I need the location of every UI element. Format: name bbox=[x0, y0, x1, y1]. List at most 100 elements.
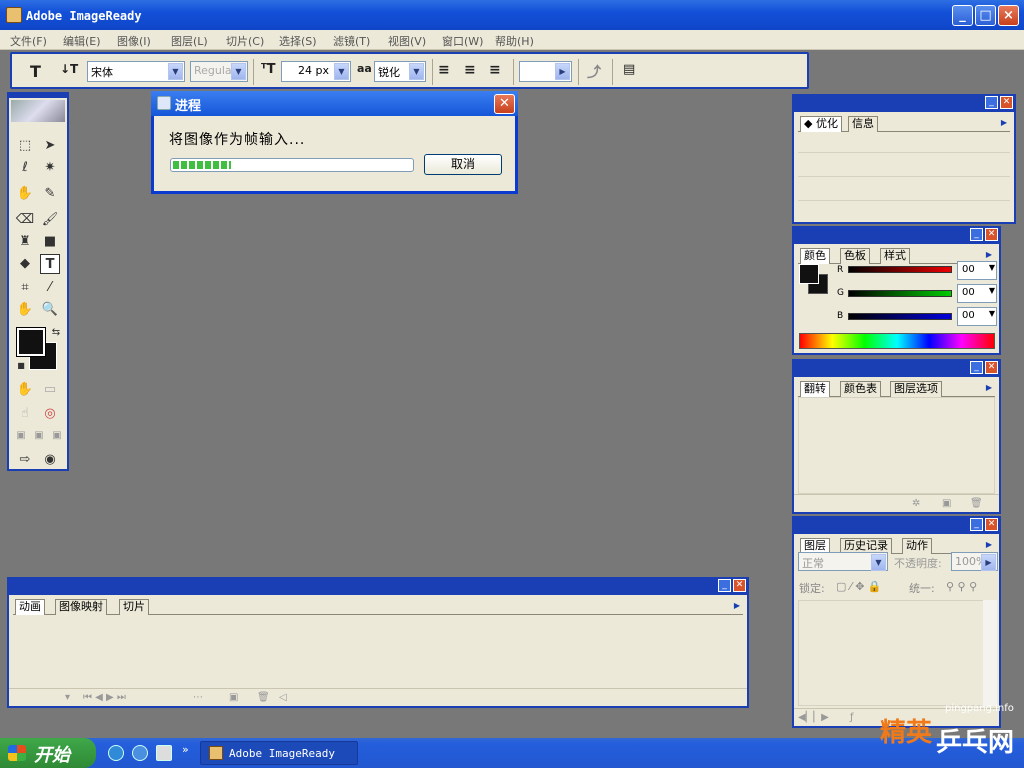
new-rollover-icon[interactable]: ✲ bbox=[912, 498, 920, 509]
lasso-tool-icon[interactable]: ℓ bbox=[15, 158, 35, 178]
lock-icons[interactable]: ▢ ⁄ ✥ 🔒 bbox=[836, 580, 882, 593]
taskbar-app-button[interactable]: Adobe ImageReady bbox=[200, 741, 358, 765]
type-tool-button[interactable]: T bbox=[40, 254, 60, 274]
eraser-tool-icon[interactable]: ⌫ bbox=[15, 210, 35, 230]
layer-style-icon[interactable]: ƒ bbox=[850, 712, 854, 723]
panel-minimize-button[interactable]: _ bbox=[970, 361, 983, 374]
align-right-icon[interactable]: ≡ bbox=[489, 62, 501, 78]
tab-rollover[interactable]: 翻转 bbox=[800, 381, 830, 397]
color-spectrum-bar[interactable] bbox=[799, 333, 995, 349]
opacity-field[interactable]: 100% ▶ bbox=[951, 552, 998, 571]
layers-scrollbar[interactable] bbox=[983, 600, 997, 706]
paint-bucket-icon[interactable]: ◆ bbox=[15, 254, 35, 274]
g-value[interactable]: 00 ▼ bbox=[957, 284, 997, 303]
menu-window[interactable]: 窗口(W) bbox=[442, 33, 483, 49]
menu-filter[interactable]: 滤镜(T) bbox=[333, 33, 370, 49]
eyedropper-icon[interactable]: ⁄ bbox=[40, 278, 60, 298]
blend-mode-select[interactable]: 正常 ▼ bbox=[798, 552, 888, 571]
panel-minimize-button[interactable]: _ bbox=[970, 228, 983, 241]
panel-close-button[interactable]: ✕ bbox=[733, 579, 746, 592]
close-button[interactable]: × bbox=[998, 5, 1019, 26]
delete-frame-icon[interactable]: 🗑 bbox=[257, 692, 270, 703]
jump-to-photoshop-icon[interactable]: ⇨ bbox=[15, 450, 35, 470]
tab-animation[interactable]: 动画 bbox=[15, 599, 45, 615]
move-tool-icon[interactable]: ➤ bbox=[40, 136, 60, 156]
panel-close-button[interactable]: ✕ bbox=[1000, 96, 1013, 109]
b-slider[interactable] bbox=[848, 313, 952, 320]
tab-optimize[interactable]: ◆ 优化 bbox=[800, 116, 842, 132]
ie-icon[interactable] bbox=[108, 745, 124, 761]
brush-tool-icon[interactable]: 🖌 bbox=[40, 210, 60, 230]
stamp-tool-icon[interactable]: ♜ bbox=[15, 232, 35, 252]
font-family-select[interactable]: 宋体 ▼ bbox=[87, 61, 185, 82]
marquee-tool-icon[interactable]: ⬚ bbox=[15, 136, 35, 156]
duplicate-frame-icon[interactable]: ▣ bbox=[229, 692, 238, 703]
rollover-preview-icon[interactable]: ☝ bbox=[15, 404, 35, 424]
layer-nav-icons[interactable]: ◀▏▏▶ bbox=[798, 712, 829, 723]
minimize-button[interactable]: _ bbox=[952, 5, 973, 26]
panel-menu-icon[interactable]: ▶ bbox=[734, 601, 740, 610]
panel-menu-icon[interactable]: ▶ bbox=[986, 250, 992, 259]
menu-layer[interactable]: 图层(L) bbox=[171, 33, 208, 49]
r-slider[interactable] bbox=[848, 266, 952, 273]
preview-browser-icon[interactable]: ◎ bbox=[40, 404, 60, 424]
tween-icon[interactable]: ⋯ bbox=[193, 692, 203, 703]
font-size-select[interactable]: 24 px ▼ bbox=[281, 61, 351, 82]
scroll-left-icon[interactable]: ◁ bbox=[279, 692, 287, 703]
crop-tool-icon[interactable]: ⌗ bbox=[15, 278, 35, 298]
font-style-select[interactable]: Regular ▼ bbox=[190, 61, 248, 82]
menu-image[interactable]: 图像(I) bbox=[117, 33, 151, 49]
palettes-icon[interactable]: ▤ bbox=[623, 62, 635, 77]
text-orientation-icon[interactable]: ↓T bbox=[60, 62, 78, 76]
tab-swatches[interactable]: 色板 bbox=[840, 248, 870, 264]
screen-mode-full-menu-icon[interactable]: ▣ bbox=[29, 426, 49, 446]
panel-close-button[interactable]: ✕ bbox=[985, 228, 998, 241]
menu-slice[interactable]: 切片(C) bbox=[226, 33, 264, 49]
screen-mode-full-icon[interactable]: ▣ bbox=[47, 426, 67, 446]
tab-layer-options[interactable]: 图层选项 bbox=[890, 381, 942, 397]
panel-menu-icon[interactable]: ▶ bbox=[986, 383, 992, 392]
rollover-list[interactable] bbox=[798, 397, 995, 494]
tab-image-map[interactable]: 图像映射 bbox=[55, 599, 107, 615]
foreground-color-swatch[interactable] bbox=[16, 327, 46, 357]
slice-tool-icon[interactable]: ✋ bbox=[15, 184, 35, 204]
tab-info[interactable]: 信息 bbox=[848, 116, 878, 132]
tab-color[interactable]: 颜色 bbox=[800, 248, 830, 264]
hand-tool-icon[interactable]: ✋ bbox=[15, 300, 35, 320]
tab-slices[interactable]: 切片 bbox=[119, 599, 149, 615]
toolbox-header-logo[interactable] bbox=[11, 100, 65, 122]
tab-color-table[interactable]: 颜色表 bbox=[840, 381, 881, 397]
cancel-button[interactable]: 取消 bbox=[424, 154, 502, 175]
align-left-icon[interactable]: ≡ bbox=[438, 62, 450, 78]
start-button[interactable]: 开始 bbox=[0, 738, 96, 768]
zoom-tool-icon[interactable]: 🔍 bbox=[40, 300, 60, 320]
layers-list[interactable] bbox=[798, 600, 986, 706]
screen-mode-standard-icon[interactable]: ▣ bbox=[11, 426, 31, 446]
duplicate-icon[interactable]: ▣ bbox=[942, 498, 951, 509]
magic-wand-icon[interactable]: ✷ bbox=[40, 158, 60, 178]
panel-close-button[interactable]: ✕ bbox=[985, 518, 998, 531]
panel-menu-icon[interactable]: ▶ bbox=[1001, 118, 1007, 127]
preview-document-icon[interactable]: ◉ bbox=[40, 450, 60, 470]
shape-tool-icon[interactable]: ■ bbox=[40, 232, 60, 252]
panel-close-button[interactable]: ✕ bbox=[985, 361, 998, 374]
text-color-select[interactable]: ▶ bbox=[519, 61, 572, 82]
menu-edit[interactable]: 编辑(E) bbox=[63, 33, 101, 49]
outlook-icon[interactable] bbox=[132, 745, 148, 761]
delete-icon[interactable]: 🗑 bbox=[970, 498, 983, 509]
playback-controls-icons[interactable]: ⏮ ◀ ▶ ⏭ bbox=[83, 692, 126, 703]
show-desktop-icon[interactable] bbox=[156, 745, 172, 761]
g-slider[interactable] bbox=[848, 290, 952, 297]
warp-text-icon[interactable]: ⤴ bbox=[587, 62, 601, 82]
animation-frames-area[interactable] bbox=[11, 615, 745, 687]
unify-icons[interactable]: ⚲ ⚲ ⚲ bbox=[946, 580, 977, 593]
tab-styles[interactable]: 样式 bbox=[880, 248, 910, 264]
default-colors-icon[interactable]: ■ bbox=[11, 356, 31, 376]
menu-help[interactable]: 帮助(H) bbox=[495, 33, 534, 49]
maximize-button[interactable]: □ bbox=[975, 5, 996, 26]
align-center-icon[interactable]: ≡ bbox=[464, 62, 476, 78]
panel-menu-icon[interactable]: ▶ bbox=[986, 540, 992, 549]
b-value[interactable]: 00 ▼ bbox=[957, 307, 997, 326]
menu-select[interactable]: 选择(S) bbox=[279, 33, 317, 49]
dialog-close-button[interactable]: ✕ bbox=[494, 94, 515, 114]
